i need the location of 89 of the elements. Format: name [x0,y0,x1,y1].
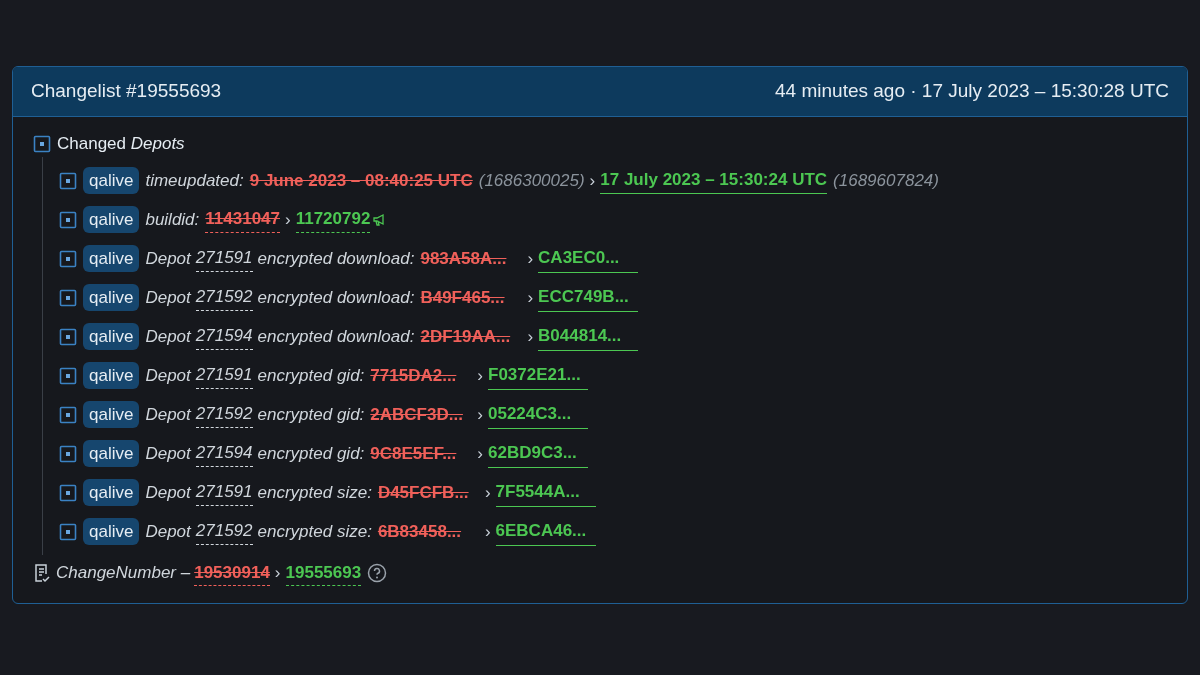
depot-label: Depot [145,442,191,465]
new-value[interactable]: 7F5544A... [495,478,596,507]
old-value: 6B83458... [377,520,463,543]
collapse-icon[interactable] [59,288,77,307]
new-value[interactable]: F0372E21... [488,361,588,390]
depot-link[interactable]: 271594 [195,323,253,350]
old-value: 7715DA2... [370,364,458,387]
tag: qalive [83,166,140,195]
field-key: encrypted size: [257,518,372,545]
separator: › [589,169,596,192]
old-value: 19530914 [194,559,270,587]
field-key: encrypted gid: [257,362,365,389]
depot-label: Depot [145,481,191,504]
field-key: encrypted download: [257,284,415,311]
new-value[interactable]: ECC749B... [538,283,639,312]
tag: qalive [83,478,140,507]
document-check-icon [33,563,51,583]
field-key: encrypted download: [257,245,415,272]
depot-link[interactable]: 271591 [195,479,253,506]
separator: › [477,442,483,465]
tag: qalive [83,205,140,234]
tag: qalive [83,439,140,468]
old-value: 9C8E5EF... [370,442,458,465]
collapse-icon[interactable] [33,135,51,153]
old-value: 2ABCF3D... [370,403,464,426]
field-key: ChangeNumber – [56,560,191,586]
megaphone-icon[interactable] [372,212,387,227]
collapse-icon[interactable] [59,444,77,463]
separator: › [285,208,291,231]
field-key: encrypted gid: [257,440,365,467]
help-icon[interactable] [367,563,388,583]
old-timestamp: (1686300025) [478,169,585,192]
tag: qalive [83,322,140,351]
separator: › [274,562,281,585]
depot-label: Depot [145,286,191,309]
collapse-icon[interactable] [59,405,77,424]
field-key: buildid: [145,206,200,233]
collapse-icon[interactable] [59,249,77,268]
depot-link[interactable]: 271591 [195,245,253,272]
field-key: encrypted download: [257,323,415,350]
collapse-icon[interactable] [59,366,77,385]
changelist-time: 44 minutes ago · 17 July 2023 – 15:30:28 UTC [775,79,1169,104]
group-title[interactable]: Changed Depots [57,131,185,157]
separator: › [484,520,491,543]
depot-link[interactable]: 271592 [195,518,253,545]
new-value[interactable]: 19555693 [285,559,362,587]
depot-label: Depot [145,403,191,426]
separator: › [484,481,491,504]
new-value[interactable]: B044814... [538,322,639,351]
tag: qalive [83,400,140,429]
tag: qalive [83,361,140,390]
depot-label: Depot [145,520,191,543]
field-key: encrypted gid: [257,401,365,428]
changelist-title: Changelist #19555693 [31,79,222,104]
old-value: 9 June 2023 – 08:40:25 UTC [249,169,473,192]
separator: › [527,286,534,309]
new-value[interactable]: 6EBCA46... [495,517,596,546]
old-value: B49F465... [420,286,506,309]
tag: qalive [83,244,140,273]
new-timestamp: (1689607824) [833,169,939,192]
field-key: timeupdated: [145,167,244,194]
new-value[interactable]: CA3EC0... [538,244,639,273]
tag: qalive [83,517,140,546]
old-value: D45FCFB... [377,481,470,504]
separator: › [527,325,534,348]
separator: › [477,403,483,426]
collapse-icon[interactable] [59,327,77,346]
new-value[interactable]: 62BD9C3... [488,439,588,468]
depot-link[interactable]: 271591 [195,362,253,389]
separator: › [477,364,483,387]
depot-link[interactable]: 271594 [195,440,253,467]
depot-label: Depot [145,325,191,348]
separator: › [527,247,534,270]
depot-link[interactable]: 271592 [195,401,253,428]
new-value[interactable]: 05224C3... [488,400,588,429]
depot-link[interactable]: 271592 [195,284,253,311]
new-value: 17 July 2023 – 15:30:24 UTC [600,167,828,194]
field-key: encrypted size: [257,479,372,506]
depot-label: Depot [145,247,191,270]
tag: qalive [83,283,140,312]
new-value[interactable]: 11720792 [295,206,371,233]
old-value: 2DF19AA... [420,325,512,348]
depot-label: Depot [145,364,191,387]
old-value: 11431047 [205,206,280,233]
collapse-icon[interactable] [59,171,77,190]
collapse-icon[interactable] [59,210,77,229]
old-value: 983A58A... [420,247,508,270]
collapse-icon[interactable] [59,522,77,541]
collapse-icon[interactable] [59,483,77,502]
